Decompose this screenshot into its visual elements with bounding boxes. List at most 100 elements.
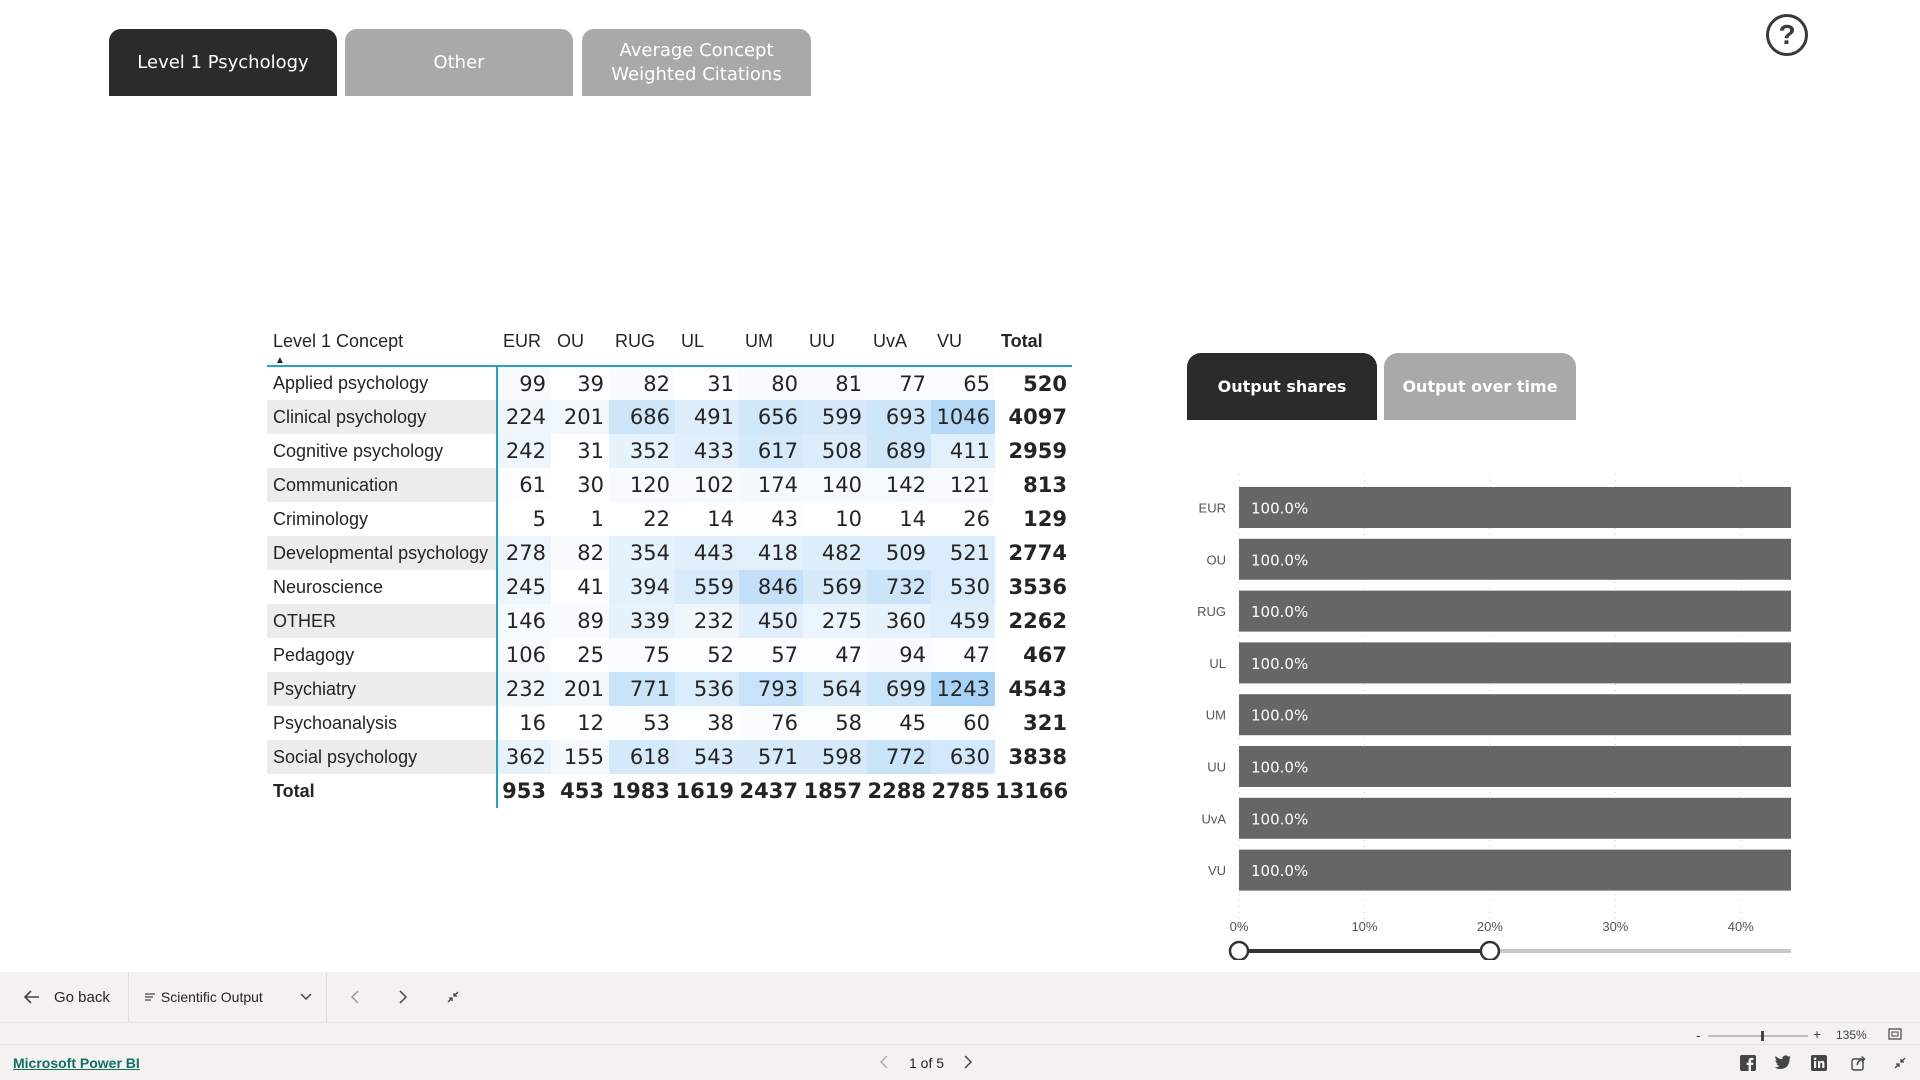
table-row[interactable]: Communication 61 30 120 102 174 140 142 121 813 [267,468,1072,502]
row-label[interactable]: Cognitive psychology [267,434,498,468]
table-cell[interactable]: 140 [803,468,867,502]
column-header[interactable]: OU [551,324,609,366]
column-header[interactable]: UL [675,324,739,366]
table-cell[interactable]: 232 [497,672,551,706]
table-cell[interactable]: 772 [867,740,931,774]
table-cell[interactable]: 224 [497,400,551,434]
table-cell[interactable]: 630 [931,740,995,774]
table-cell[interactable]: 76 [739,706,803,740]
fit-to-page-icon[interactable] [1888,1028,1902,1040]
table-row[interactable]: Psychoanalysis 16 12 53 38 76 58 45 60 321 [267,706,1072,740]
table-cell[interactable]: 689 [867,434,931,468]
table-cell[interactable]: 536 [675,672,739,706]
row-label[interactable]: OTHER [267,604,498,638]
bar[interactable] [1239,538,1791,580]
table-cell[interactable]: 686 [609,400,675,434]
row-total-cell[interactable]: 520 [995,366,1072,400]
table-cell[interactable]: 120 [609,468,675,502]
tab-output-over-time[interactable]: Output over time [1384,353,1576,420]
total-cell[interactable]: 1857 [803,774,867,808]
page-select-dropdown[interactable]: Scientific Output [129,972,326,1022]
zoom-in-button[interactable]: + [1813,1026,1821,1042]
table-cell[interactable]: 530 [931,570,995,604]
table-cell[interactable]: 94 [867,638,931,672]
table-cell[interactable]: 39 [551,366,609,400]
table-cell[interactable]: 339 [609,604,675,638]
table-row[interactable]: Clinical psychology 224 201 686 491 656 599 693… [267,400,1072,434]
table-cell[interactable]: 360 [867,604,931,638]
table-cell[interactable]: 618 [609,740,675,774]
table-cell[interactable]: 656 [739,400,803,434]
table-row[interactable]: Social psychology 362 155 618 543 571 598 772 63… [267,740,1072,774]
table-cell[interactable]: 41 [551,570,609,604]
table-cell[interactable]: 10 [803,502,867,536]
column-header[interactable]: UM [739,324,803,366]
table-cell[interactable]: 699 [867,672,931,706]
row-label[interactable]: Criminology [267,502,498,536]
table-cell[interactable]: 1243 [931,672,995,706]
zoom-slider[interactable] [1708,1029,1808,1043]
range-slider-handle-end[interactable] [1479,940,1501,960]
table-cell[interactable]: 201 [551,400,609,434]
row-total-cell[interactable]: 4543 [995,672,1072,706]
table-cell[interactable]: 65 [931,366,995,400]
column-header[interactable]: RUG [609,324,675,366]
row-label[interactable]: Communication [267,468,498,502]
table-cell[interactable]: 846 [739,570,803,604]
collapse-nav-button[interactable] [427,972,479,1022]
table-cell[interactable]: 201 [551,672,609,706]
row-total-cell[interactable]: 467 [995,638,1072,672]
total-cell[interactable]: 2437 [739,774,803,808]
table-cell[interactable]: 25 [551,638,609,672]
twitter-icon[interactable] [1774,1055,1792,1070]
table-cell[interactable]: 521 [931,536,995,570]
table-cell[interactable]: 81 [803,366,867,400]
table-cell[interactable]: 58 [803,706,867,740]
table-cell[interactable]: 443 [675,536,739,570]
linkedin-icon[interactable] [1811,1055,1827,1071]
table-cell[interactable]: 793 [739,672,803,706]
table-cell[interactable]: 146 [497,604,551,638]
table-cell[interactable]: 598 [803,740,867,774]
table-cell[interactable]: 47 [803,638,867,672]
question-circle-icon[interactable]: ? [1766,14,1808,56]
table-cell[interactable]: 38 [675,706,739,740]
zoom-out-button[interactable]: - [1696,1027,1701,1043]
row-label[interactable]: Psychoanalysis [267,706,498,740]
bar[interactable] [1239,746,1791,787]
table-cell[interactable]: 60 [931,706,995,740]
table-cell[interactable]: 82 [609,366,675,400]
table-cell[interactable]: 362 [497,740,551,774]
table-cell[interactable]: 14 [675,502,739,536]
row-total-cell[interactable]: 3536 [995,570,1072,604]
tab-output-shares[interactable]: Output shares [1187,353,1377,420]
share-icon[interactable] [1851,1055,1867,1071]
table-cell[interactable]: 569 [803,570,867,604]
table-cell[interactable]: 82 [551,536,609,570]
row-label[interactable]: Clinical psychology [267,400,498,434]
tab-other[interactable]: Other [345,29,573,96]
row-label[interactable]: Applied psychology [267,366,498,400]
bar[interactable] [1239,797,1791,839]
table-cell[interactable]: 732 [867,570,931,604]
table-cell[interactable]: 102 [675,468,739,502]
collapse-icon[interactable] [1894,1057,1906,1069]
table-cell[interactable]: 106 [497,638,551,672]
bar[interactable] [1239,694,1791,736]
total-cell[interactable]: 2785 [931,774,995,808]
table-row[interactable]: Neuroscience 245 41 394 559 846 569 732 530 3536 [267,570,1072,604]
table-cell[interactable]: 31 [551,434,609,468]
table-cell[interactable]: 354 [609,536,675,570]
table-cell[interactable]: 77 [867,366,931,400]
row-total-cell[interactable]: 3838 [995,740,1072,774]
row-total-cell[interactable]: 2959 [995,434,1072,468]
row-total-cell[interactable]: 129 [995,502,1072,536]
table-cell[interactable]: 52 [675,638,739,672]
table-cell[interactable]: 12 [551,706,609,740]
total-cell[interactable]: 2288 [867,774,931,808]
row-total-cell[interactable]: 2774 [995,536,1072,570]
table-cell[interactable]: 14 [867,502,931,536]
next-page-button[interactable] [964,1055,973,1072]
table-cell[interactable]: 47 [931,638,995,672]
column-header-total[interactable]: Total [995,324,1072,366]
